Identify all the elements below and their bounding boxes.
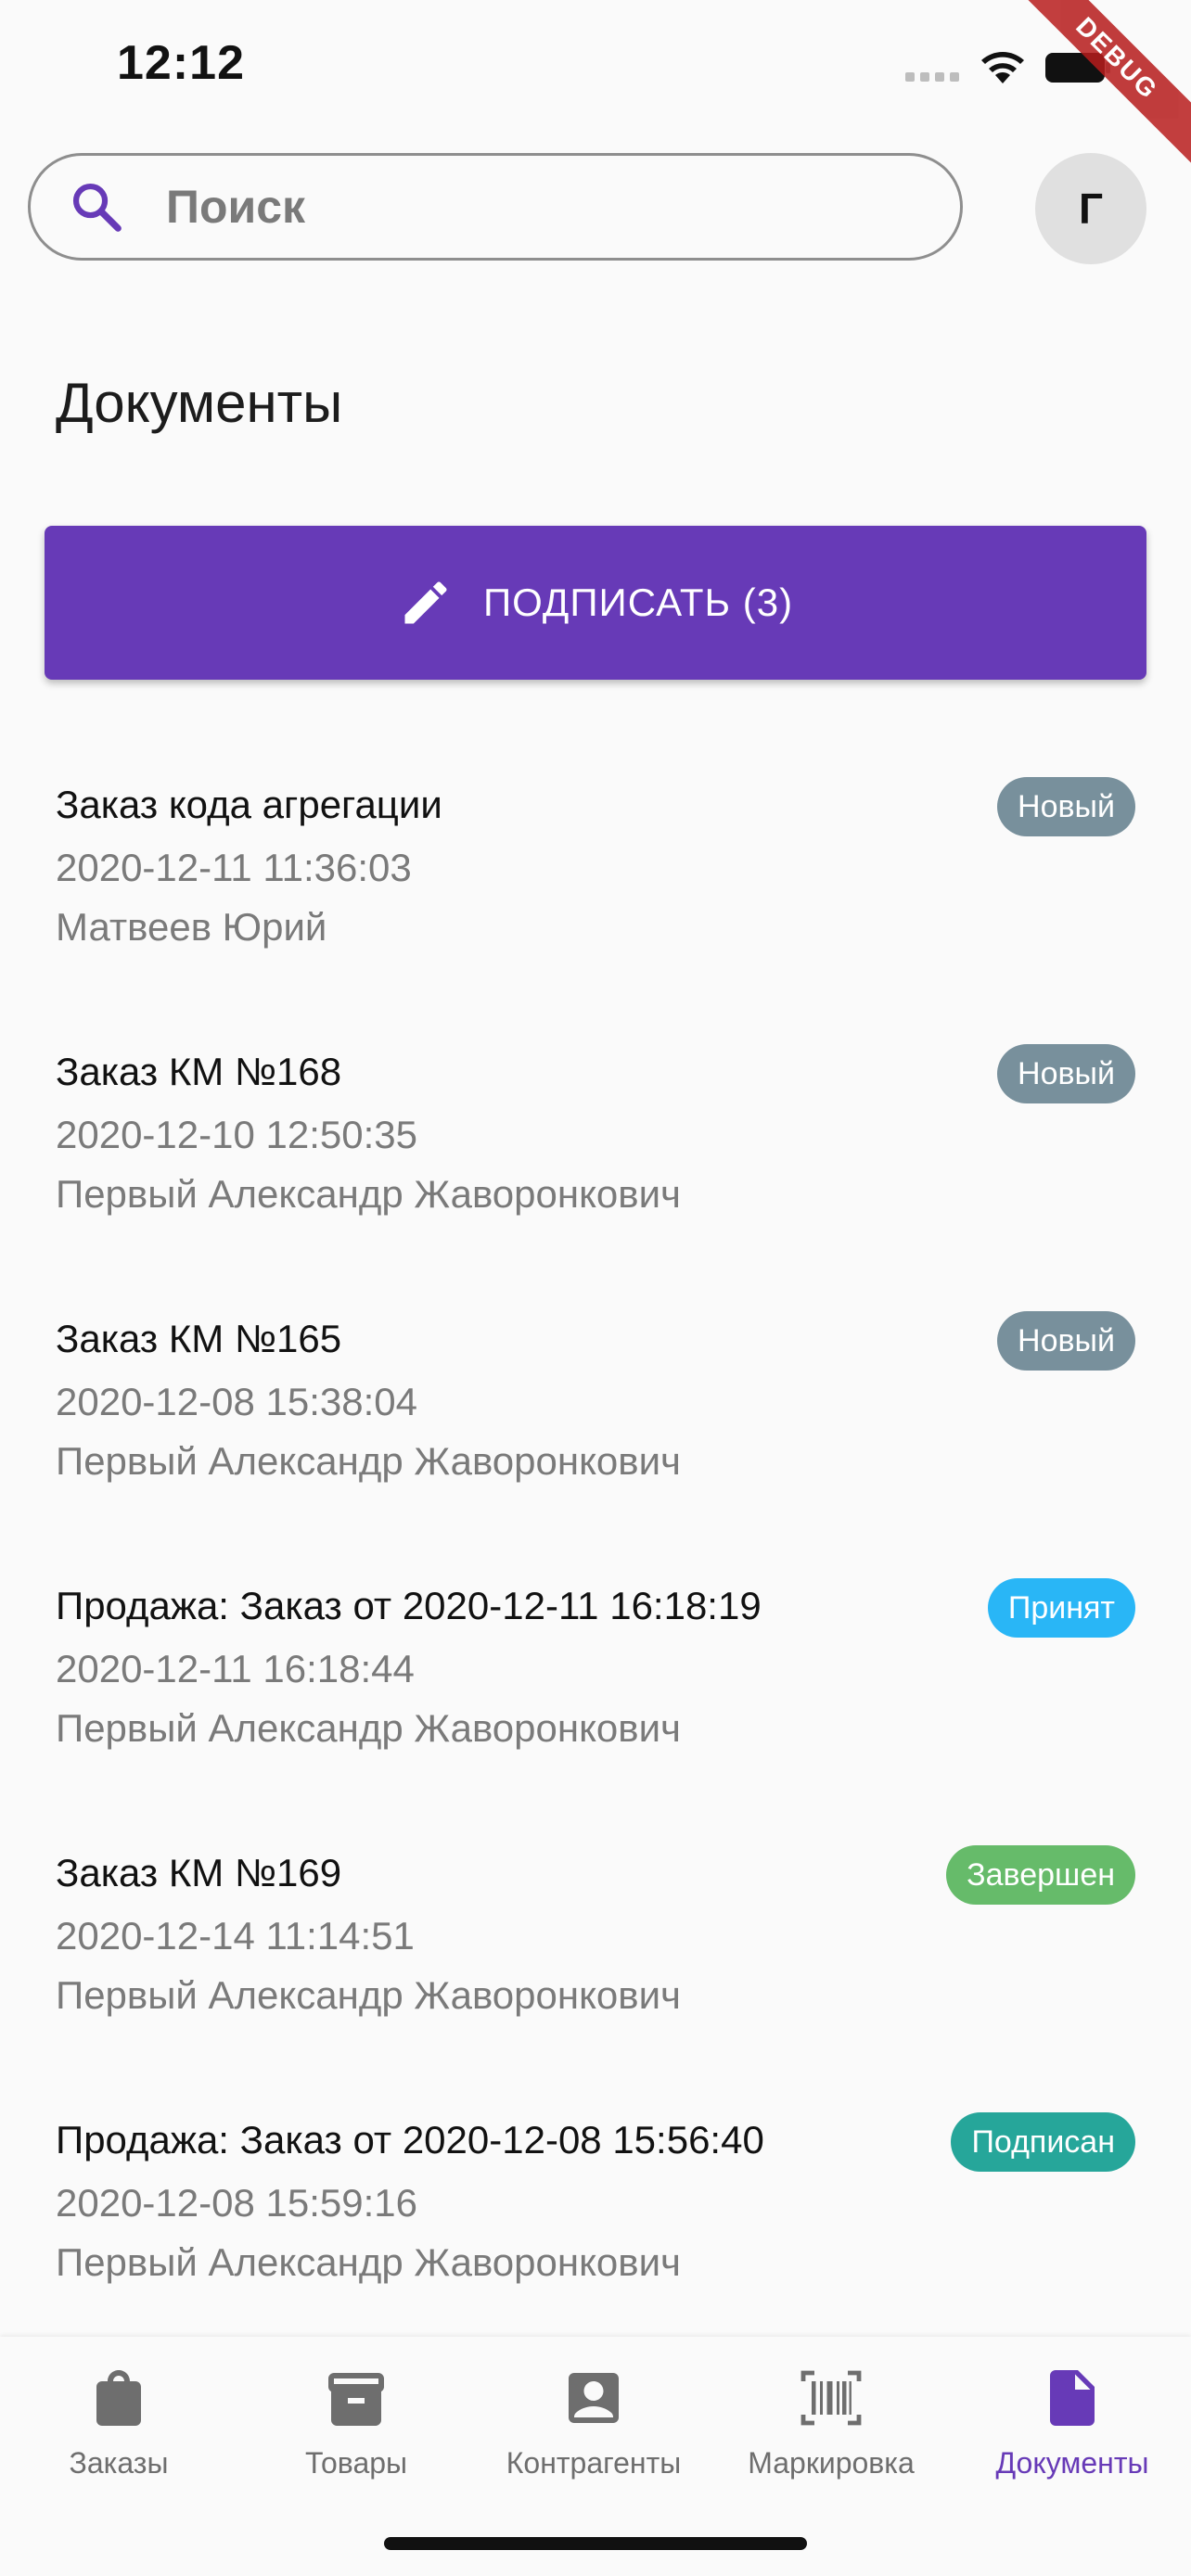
- wifi-icon: [981, 52, 1024, 83]
- list-item[interactable]: Заказ КМ №168 2020-12-10 12:50:35 Первый…: [0, 1009, 1191, 1276]
- search-bar[interactable]: [28, 153, 963, 261]
- nav-label: Документы: [995, 2446, 1149, 2480]
- nav-label: Контрагенты: [506, 2446, 682, 2480]
- document-title: Заказ кода агрегации: [56, 783, 442, 826]
- page-title: Документы: [56, 372, 343, 434]
- document-list: Заказ кода агрегации 2020-12-11 11:36:03…: [0, 742, 1191, 2344]
- contact-icon: [569, 2373, 619, 2423]
- document-author: Первый Александр Жаворонкович: [56, 1172, 681, 1216]
- status-time: 12:12: [117, 36, 245, 90]
- document-title: Продажа: Заказ от 2020-12-08 15:56:40: [56, 2118, 764, 2162]
- list-item[interactable]: Заказ КМ №165 2020-12-08 15:38:04 Первый…: [0, 1276, 1191, 1543]
- nav-item-orders[interactable]: Заказы: [0, 2365, 237, 2480]
- status-badge: Новый: [997, 777, 1135, 836]
- nav-label: Маркировка: [748, 2446, 915, 2480]
- nav-label: Товары: [304, 2446, 408, 2480]
- home-indicator: [384, 2537, 807, 2550]
- nav-item-documents[interactable]: Документы: [954, 2365, 1191, 2480]
- status-badge: Новый: [997, 1044, 1135, 1103]
- list-item[interactable]: Заказ кода агрегации 2020-12-11 11:36:03…: [0, 742, 1191, 1009]
- document-author: Матвеев Юрий: [56, 905, 327, 949]
- document-date: 2020-12-11 11:36:03: [56, 846, 412, 889]
- shopping-bag-icon: [96, 2370, 141, 2426]
- pencil-icon: [404, 581, 447, 624]
- document-icon: [1050, 2370, 1095, 2426]
- list-item[interactable]: Заказ КМ №169 2020-12-14 11:14:51 Первый…: [0, 1810, 1191, 2077]
- status-badge: Подписан: [951, 2112, 1135, 2172]
- document-date: 2020-12-11 16:18:44: [56, 1647, 415, 1690]
- list-item[interactable]: Продажа: Заказ от 2020-12-11 16:18:19 20…: [0, 1543, 1191, 1810]
- search-icon: [72, 183, 122, 232]
- nav-label: Заказы: [69, 2446, 169, 2480]
- list-item[interactable]: Продажа: Заказ от 2020-12-08 15:56:40 20…: [0, 2077, 1191, 2344]
- document-date: 2020-12-10 12:50:35: [56, 1113, 417, 1156]
- document-date: 2020-12-14 11:14:51: [56, 1914, 415, 1958]
- debug-banner: DEBUG: [1003, 0, 1191, 172]
- document-date: 2020-12-08 15:59:16: [56, 2181, 417, 2225]
- document-author: Первый Александр Жаворонкович: [56, 2240, 681, 2284]
- document-author: Первый Александр Жаворонкович: [56, 1706, 681, 1750]
- nav-item-contractors[interactable]: Контрагенты: [475, 2365, 712, 2480]
- status-badge: Новый: [997, 1311, 1135, 1371]
- cellular-signal-icon: [905, 70, 961, 83]
- status-badge: Завершен: [946, 1845, 1135, 1905]
- document-title: Заказ КМ №169: [56, 1851, 342, 1894]
- document-title: Продажа: Заказ от 2020-12-11 16:18:19: [56, 1584, 762, 1627]
- document-author: Первый Александр Жаворонкович: [56, 1439, 681, 1483]
- sign-button[interactable]: ПОДПИСАТЬ (3): [45, 526, 1146, 680]
- sign-button-label: ПОДПИСАТЬ (3): [482, 580, 794, 624]
- status-badge: Принят: [987, 1578, 1135, 1638]
- avatar[interactable]: Г: [1035, 153, 1146, 264]
- nav-item-products[interactable]: Товары: [237, 2365, 475, 2480]
- document-title: Заказ КМ №168: [56, 1050, 342, 1093]
- nav-item-marking[interactable]: Маркировка: [712, 2365, 950, 2480]
- search-input[interactable]: [164, 179, 910, 235]
- document-author: Первый Александр Жаворонкович: [56, 1973, 681, 2017]
- barcode-icon: [800, 2370, 862, 2426]
- document-date: 2020-12-08 15:38:04: [56, 1380, 417, 1423]
- document-title: Заказ КМ №165: [56, 1317, 342, 1360]
- status-bar: 12:12 DEBUG: [0, 0, 1191, 172]
- box-icon: [328, 2373, 384, 2426]
